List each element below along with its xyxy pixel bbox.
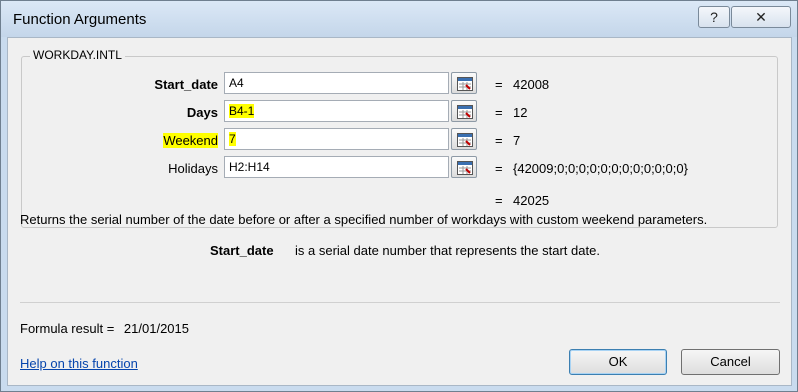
formula-result-label: Formula result =: [20, 321, 115, 336]
arg-result-holidays: {42009;0;0;0;0;0;0;0;0;0;0;0;0}: [513, 161, 688, 176]
divider: [20, 302, 780, 303]
arg-label-holidays: Holidays: [168, 161, 218, 176]
arg-result-weekend: 7: [513, 133, 521, 148]
collapse-dialog-icon: [457, 161, 473, 175]
equals-sign: =: [495, 105, 503, 120]
arg-input-start-date[interactable]: A4: [224, 72, 449, 94]
cancel-button[interactable]: Cancel: [681, 349, 780, 375]
dialog-body: WORKDAY.INTL Start_date A4 = 42008 Days …: [7, 37, 792, 386]
equals-sign: =: [495, 133, 503, 148]
equals-sign: =: [495, 77, 503, 92]
dialog-title: Function Arguments: [13, 11, 147, 28]
arg-label-days: Days: [186, 105, 218, 120]
function-arguments-dialog: Function Arguments ? ✕ WORKDAY.INTL Star…: [0, 0, 798, 392]
arg-result-days: 12: [513, 105, 528, 120]
ref-button-start-date[interactable]: [451, 72, 477, 94]
close-button[interactable]: ✕: [731, 6, 791, 28]
ref-button-days[interactable]: [451, 100, 477, 122]
formula-result-value: 21/01/2015: [123, 321, 189, 336]
function-description: Returns the serial number of the date be…: [20, 212, 708, 227]
collapse-dialog-icon: [457, 105, 473, 119]
formula-result: Formula result = 21/01/2015: [20, 321, 189, 336]
arg-input-weekend[interactable]: 7: [224, 128, 449, 150]
arg-result-start-date: 42008: [513, 77, 550, 92]
weekend-label-text: Weekend: [163, 133, 218, 148]
equals-sign: =: [495, 193, 503, 208]
arg-value-days: B4-1: [229, 104, 255, 118]
collapse-dialog-icon: [457, 77, 473, 91]
function-name: WORKDAY.INTL: [30, 48, 125, 62]
ref-button-holidays[interactable]: [451, 156, 477, 178]
title-bar[interactable]: Function Arguments ? ✕: [1, 1, 797, 37]
function-result: 42025: [513, 193, 550, 208]
arg-input-days[interactable]: B4-1: [224, 100, 449, 122]
ref-button-weekend[interactable]: [451, 128, 477, 150]
arg-label-weekend: Weekend: [78, 133, 218, 148]
help-on-this-function-link[interactable]: Help on this function: [20, 356, 138, 371]
arg-label-start-date: Start_date: [154, 77, 218, 92]
arg-input-holidays[interactable]: H2:H14: [224, 156, 449, 178]
help-button[interactable]: ?: [698, 6, 730, 28]
arg-description-text: is a serial date number that represents …: [295, 243, 600, 258]
arg-description-name: Start_date: [210, 243, 274, 258]
arg-value-weekend: 7: [229, 132, 236, 146]
ok-button[interactable]: OK: [569, 349, 667, 375]
equals-sign: =: [495, 161, 503, 176]
collapse-dialog-icon: [457, 133, 473, 147]
